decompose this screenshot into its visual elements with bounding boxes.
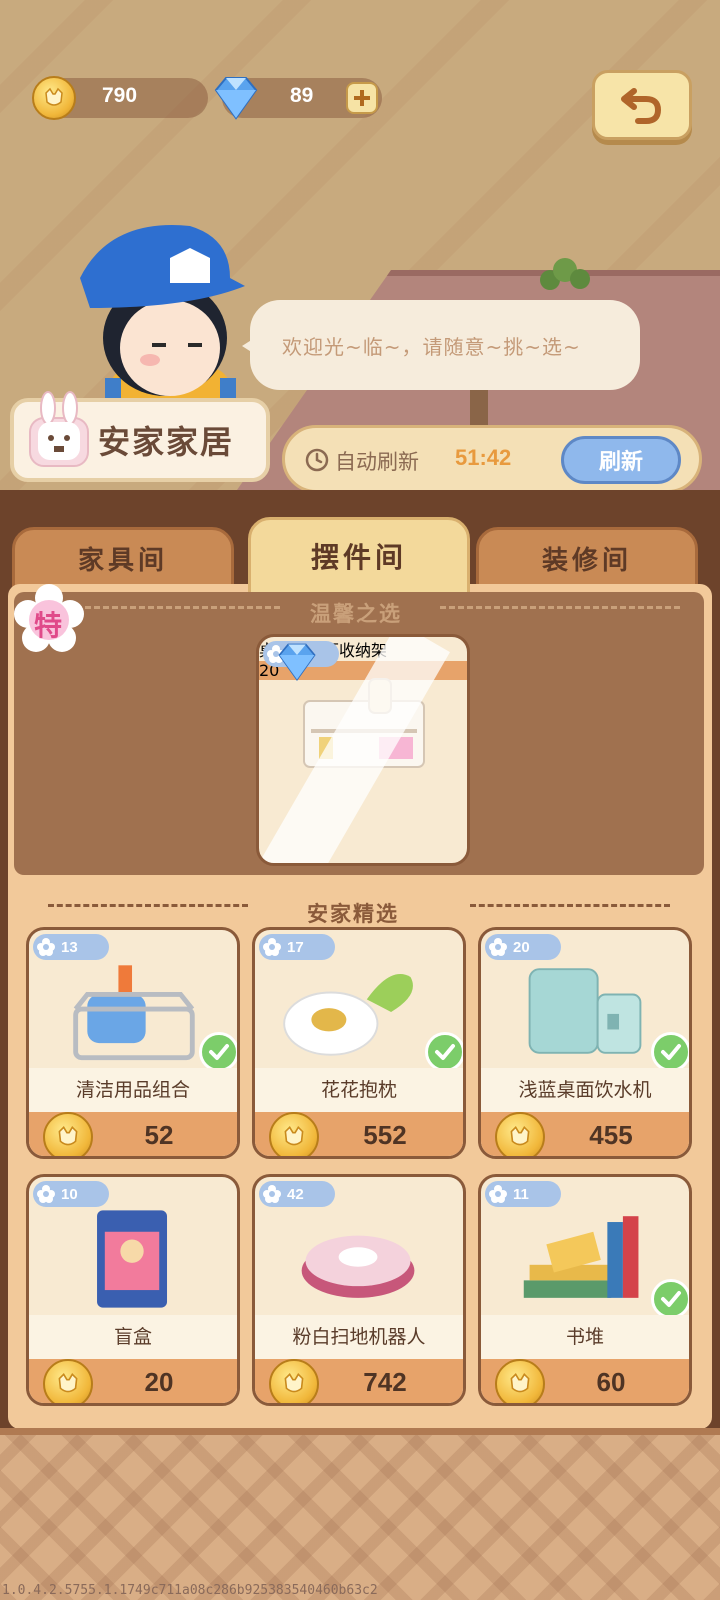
item-badge-count: 17 <box>287 938 304 956</box>
coin-icon <box>495 1359 545 1403</box>
coin-icon <box>269 1359 319 1403</box>
coin-icon <box>269 1112 319 1156</box>
item-price-row: 455 <box>481 1112 689 1156</box>
owned-check-icon <box>199 1032 237 1072</box>
coin-balance: 790 <box>32 76 208 120</box>
item-name: 花花抱枕 <box>255 1068 463 1112</box>
speech-text: 欢迎光~临~，请随意~挑~选~ <box>282 334 581 359</box>
item-card[interactable]: 17 花花抱枕 552 <box>252 927 466 1159</box>
gem-count: 89 <box>290 84 314 107</box>
undo-arrow-icon <box>621 88 662 124</box>
item-badge-count: 10 <box>61 1185 78 1203</box>
shop-name: 安家家居 <box>98 423 235 461</box>
coin-count: 790 <box>102 84 138 107</box>
gem-icon <box>214 77 258 120</box>
speech-bubble: 欢迎光~临~，请随意~挑~选~ <box>242 300 640 390</box>
footer-pattern <box>0 1435 720 1600</box>
owned-check-icon <box>651 1032 689 1072</box>
item-price: 52 <box>144 1120 174 1150</box>
divider <box>470 904 670 908</box>
item-card[interactable]: 11 书堆 60 <box>478 1174 692 1406</box>
item-price-row: 60 <box>481 1359 689 1403</box>
auto-refresh-label: 自动刷新 <box>335 450 419 474</box>
coin-icon <box>43 1112 93 1156</box>
item-badge-count: 13 <box>61 938 78 956</box>
item-price: 552 <box>363 1120 407 1150</box>
item-price: 20 <box>144 1367 174 1397</box>
item-price: 60 <box>596 1367 626 1397</box>
bunny-logo-icon <box>29 391 89 467</box>
divider <box>48 904 248 908</box>
item-card[interactable]: 42 粉白扫地机器人 742 <box>252 1174 466 1406</box>
item-card[interactable]: 20 浅蓝桌面饮水机 455 <box>478 927 692 1159</box>
item-name: 浅蓝桌面饮水机 <box>481 1068 689 1112</box>
shopkeeper-character <box>80 225 245 428</box>
plant-icon <box>540 258 590 290</box>
featured-section-title: 温馨之选 <box>310 602 402 626</box>
coin-icon <box>495 1112 545 1156</box>
robot-vacuum-icon <box>301 1235 415 1298</box>
plus-icon <box>354 90 370 106</box>
tab-decorations-label: 摆件间 <box>310 541 407 574</box>
tab-renovation[interactable]: 装修间 <box>476 527 698 589</box>
blind-box-icon <box>97 1210 168 1308</box>
selection-section-title: 安家精选 <box>307 902 399 926</box>
version-string: 1.0.4.2.5755.1.1749c711a08c286b925383540… <box>2 1583 378 1598</box>
owned-check-icon <box>651 1279 689 1319</box>
gem-balance: 89 <box>214 77 382 120</box>
item-name: 盲盒 <box>29 1315 237 1359</box>
refresh-button-label: 刷新 <box>598 450 643 475</box>
item-price: 455 <box>589 1120 633 1150</box>
item-badge-count: 20 <box>513 938 530 956</box>
item-name: 粉白扫地机器人 <box>255 1315 463 1359</box>
item-price: 742 <box>363 1367 407 1397</box>
coin-icon <box>43 1359 93 1403</box>
clock-refresh-icon <box>305 448 329 472</box>
refresh-timer: 51:42 <box>455 445 512 470</box>
item-card[interactable]: 10 盲盒 20 <box>26 1174 240 1406</box>
item-name: 书堆 <box>481 1315 689 1359</box>
gem-icon <box>278 643 316 682</box>
item-price-row: 552 <box>255 1112 463 1156</box>
auto-refresh-bar: 自动刷新 51:42 刷新 <box>282 425 702 493</box>
back-button[interactable] <box>592 70 692 140</box>
item-price-row: 742 <box>255 1359 463 1403</box>
refresh-button[interactable]: 刷新 <box>561 436 681 484</box>
special-tag: 特 <box>34 609 63 642</box>
tab-renovation-label: 装修间 <box>541 545 632 576</box>
item-price-row: 20 <box>29 1359 237 1403</box>
item-card[interactable]: 13 清洁用品组合 52 <box>26 927 240 1159</box>
owned-check-icon <box>425 1032 463 1072</box>
tab-furniture[interactable]: 家具间 <box>12 527 234 589</box>
item-price-row: 52 <box>29 1112 237 1156</box>
item-badge-count: 42 <box>287 1185 304 1203</box>
item-badge-count: 11 <box>513 1185 529 1203</box>
item-name: 清洁用品组合 <box>29 1068 237 1112</box>
tab-furniture-label: 家具间 <box>77 545 168 576</box>
tab-decorations[interactable]: 摆件间 <box>248 517 470 595</box>
shop-sign: 安家家居 <box>10 391 270 482</box>
coin-icon <box>32 76 76 120</box>
divider <box>440 606 680 610</box>
featured-item-card[interactable]: 43 桌面带花瓶收纳架 20 <box>256 634 470 866</box>
add-gems-button[interactable] <box>346 82 378 114</box>
